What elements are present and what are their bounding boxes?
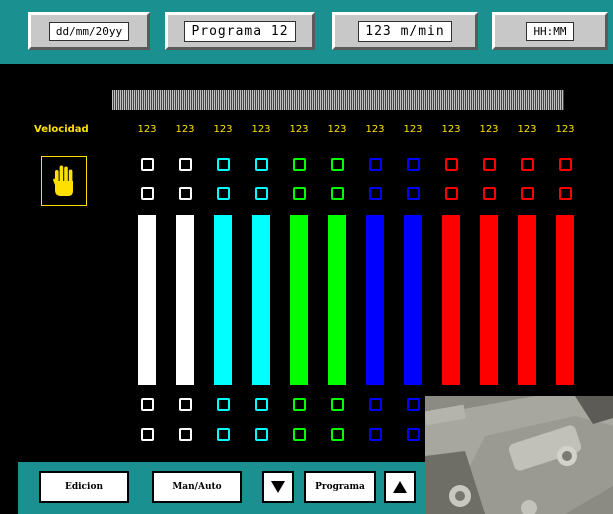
program-down-button[interactable] — [262, 471, 294, 503]
program-text: Programa 12 — [184, 20, 296, 42]
speed-value: 123 — [517, 124, 537, 135]
speed-field[interactable]: 123 m/min — [332, 12, 478, 50]
channel-checkbox[interactable] — [178, 398, 192, 411]
channel-checkbox[interactable] — [330, 428, 344, 441]
channel-bar — [518, 215, 536, 385]
machine-photo — [425, 396, 613, 514]
date-text: dd/mm/20yy — [48, 21, 130, 41]
channel-checkbox[interactable] — [140, 187, 154, 200]
channel-checkbox[interactable] — [368, 187, 382, 200]
channel-checkbox[interactable] — [178, 187, 192, 200]
channel-checkbox[interactable] — [520, 158, 534, 171]
channel-checkbox[interactable] — [330, 398, 344, 411]
date-field[interactable]: dd/mm/20yy — [28, 12, 150, 50]
channel-checkbox[interactable] — [444, 158, 458, 171]
channel-checkbox[interactable] — [140, 398, 154, 411]
hand-icon — [53, 165, 73, 196]
channel-checkbox[interactable] — [140, 158, 154, 171]
arrow-up-icon — [393, 481, 407, 493]
channel-checkbox[interactable] — [558, 158, 572, 171]
channel-checkbox[interactable] — [254, 187, 268, 200]
arrow-down-icon — [271, 481, 285, 493]
channel-checkbox[interactable] — [368, 398, 382, 411]
speed-value: 123 — [251, 124, 271, 135]
time-text: HH:MM — [526, 21, 574, 41]
channel-checkbox[interactable] — [368, 158, 382, 171]
speed-value: 123 — [137, 124, 157, 135]
channel-checkbox[interactable] — [406, 428, 420, 441]
speed-value: 123 — [365, 124, 385, 135]
channel-checkbox[interactable] — [520, 187, 534, 200]
channel-checkbox[interactable] — [406, 158, 420, 171]
channel-bar — [138, 215, 156, 385]
speed-text: 123 m/min — [358, 20, 452, 42]
channel-bar — [556, 215, 574, 385]
channel-bar — [252, 215, 270, 385]
program-field[interactable]: Programa 12 — [165, 12, 315, 50]
channel-checkbox[interactable] — [292, 187, 306, 200]
channel-checkbox[interactable] — [254, 158, 268, 171]
speed-scale-grill — [112, 90, 564, 110]
channel-checkbox[interactable] — [406, 187, 420, 200]
speed-value: 123 — [479, 124, 499, 135]
channel-checkbox[interactable] — [482, 187, 496, 200]
channel-checkbox[interactable] — [444, 187, 458, 200]
time-field[interactable]: HH:MM — [492, 12, 608, 50]
channel-checkbox[interactable] — [292, 398, 306, 411]
channel-bar — [404, 215, 422, 385]
velocity-label: Velocidad — [34, 124, 89, 135]
channel-checkbox[interactable] — [292, 428, 306, 441]
channel-checkbox[interactable] — [330, 158, 344, 171]
channel-checkbox[interactable] — [368, 428, 382, 441]
programa-button[interactable]: Programa — [304, 471, 376, 503]
channel-bar — [442, 215, 460, 385]
channel-checkbox[interactable] — [216, 158, 230, 171]
channel-checkbox[interactable] — [178, 158, 192, 171]
speed-value: 123 — [441, 124, 461, 135]
channel-checkbox[interactable] — [140, 428, 154, 441]
channel-checkbox[interactable] — [216, 187, 230, 200]
channel-bar — [480, 215, 498, 385]
channel-checkbox[interactable] — [330, 187, 344, 200]
channel-checkbox[interactable] — [482, 158, 496, 171]
channel-bar — [366, 215, 384, 385]
channel-bar — [328, 215, 346, 385]
channel-bar — [214, 215, 232, 385]
channel-bar — [176, 215, 194, 385]
channel-checkbox[interactable] — [216, 428, 230, 441]
channel-checkbox[interactable] — [406, 398, 420, 411]
man-auto-button[interactable]: Man/Auto — [152, 471, 242, 503]
speed-value: 123 — [327, 124, 347, 135]
program-up-button[interactable] — [384, 471, 416, 503]
channel-checkbox[interactable] — [216, 398, 230, 411]
speed-value: 123 — [213, 124, 233, 135]
channel-bar — [290, 215, 308, 385]
speed-value: 123 — [403, 124, 423, 135]
speed-value: 123 — [289, 124, 309, 135]
channel-checkbox[interactable] — [178, 428, 192, 441]
edicion-button[interactable]: Edicion — [39, 471, 129, 503]
channel-checkbox[interactable] — [254, 398, 268, 411]
manual-mode-indicator[interactable] — [41, 156, 87, 206]
speed-value: 123 — [555, 124, 575, 135]
speed-value: 123 — [175, 124, 195, 135]
channel-checkbox[interactable] — [254, 428, 268, 441]
channel-checkbox[interactable] — [558, 187, 572, 200]
channel-checkbox[interactable] — [292, 158, 306, 171]
